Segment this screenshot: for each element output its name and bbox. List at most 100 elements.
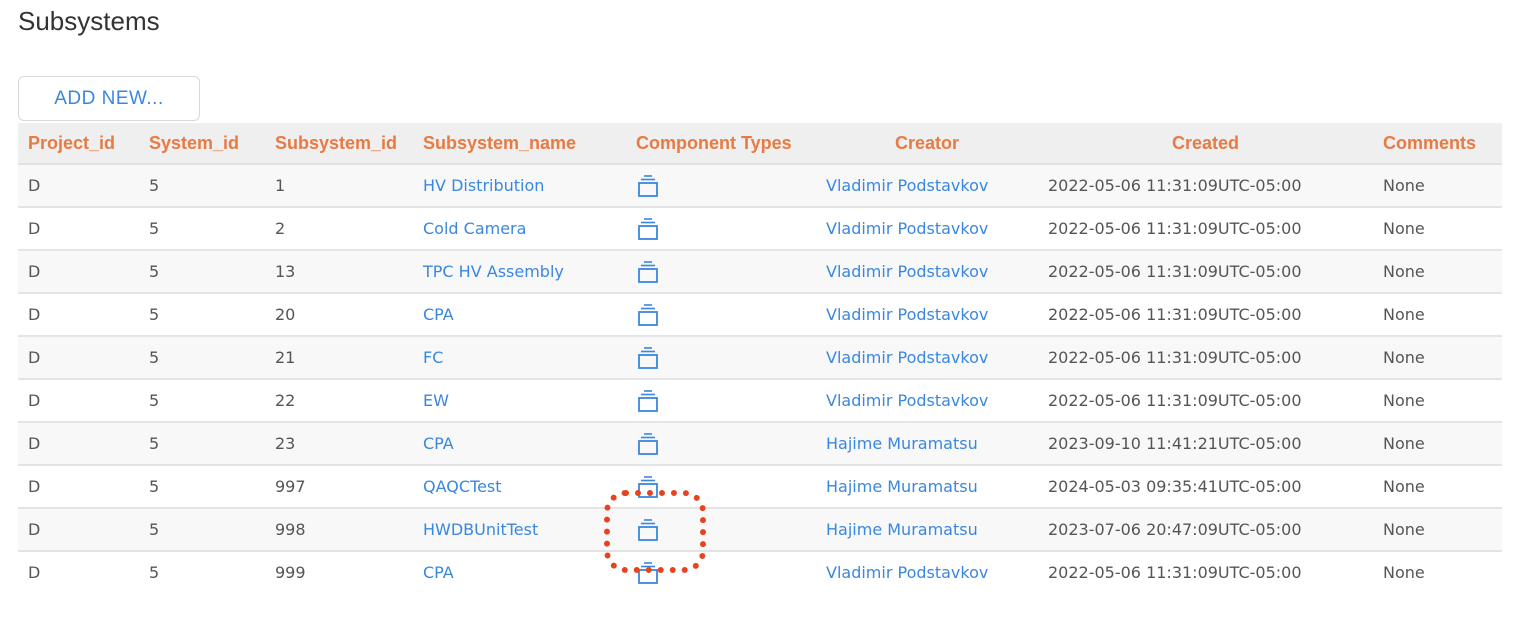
creator-link[interactable]: Hajime Muramatsu — [826, 477, 978, 496]
project-id-cell: D — [18, 422, 139, 466]
project-id-cell: D — [18, 164, 139, 208]
component-types-cell — [626, 164, 816, 208]
comments-cell: None — [1373, 164, 1502, 208]
component-types-cell — [626, 551, 816, 593]
component-types-icon[interactable] — [636, 389, 666, 413]
subsystem-name-link[interactable]: QAQCTest — [423, 477, 502, 496]
creator-cell: Hajime Muramatsu — [816, 465, 1038, 509]
subsystem-name-link[interactable]: CPA — [423, 305, 454, 324]
created-cell: 2022-05-06 11:31:09UTC-05:00 — [1038, 336, 1373, 380]
subsystem-name-cell: TPC HV Assembly — [413, 250, 626, 294]
subsystem-id-cell: 22 — [265, 379, 413, 423]
component-types-icon[interactable] — [636, 432, 666, 456]
creator-link[interactable]: Hajime Muramatsu — [826, 520, 978, 539]
subsystem-name-link[interactable]: EW — [423, 391, 449, 410]
subsystem-name-cell: HWDBUnitTest — [413, 508, 626, 552]
subsystem-name-cell: EW — [413, 379, 626, 423]
project-id-cell: D — [18, 207, 139, 251]
project-id-cell: D — [18, 551, 139, 593]
table-row: D 5 998 HWDBUnitTest Hajime Muramatsu 20… — [18, 508, 1502, 552]
created-cell: 2022-05-06 11:31:09UTC-05:00 — [1038, 207, 1373, 251]
system-id-cell: 5 — [139, 207, 265, 251]
component-types-icon[interactable] — [636, 174, 666, 198]
comments-cell: None — [1373, 250, 1502, 294]
created-cell: 2023-09-10 11:41:21UTC-05:00 — [1038, 422, 1373, 466]
creator-link[interactable]: Vladimir Podstavkov — [826, 305, 988, 324]
table-header-row: Project_id System_id Subsystem_id Subsys… — [18, 123, 1502, 165]
add-new-button[interactable]: ADD NEW... — [18, 76, 200, 121]
creator-link[interactable]: Vladimir Podstavkov — [826, 563, 988, 582]
component-types-icon[interactable] — [636, 475, 666, 499]
creator-link[interactable]: Vladimir Podstavkov — [826, 391, 988, 410]
subsystem-id-cell: 998 — [265, 508, 413, 552]
table-row: D 5 997 QAQCTest Hajime Muramatsu 2024-0… — [18, 465, 1502, 509]
component-types-cell — [626, 250, 816, 294]
column-header-subsystem-id[interactable]: Subsystem_id — [265, 123, 413, 165]
subsystem-id-cell: 997 — [265, 465, 413, 509]
component-types-icon[interactable] — [636, 346, 666, 370]
component-types-icon[interactable] — [636, 518, 666, 542]
column-header-subsystem-name[interactable]: Subsystem_name — [413, 123, 626, 165]
system-id-cell: 5 — [139, 422, 265, 466]
project-id-cell: D — [18, 250, 139, 294]
comments-cell: None — [1373, 379, 1502, 423]
project-id-cell: D — [18, 336, 139, 380]
subsystem-name-link[interactable]: FC — [423, 348, 443, 367]
system-id-cell: 5 — [139, 551, 265, 593]
creator-link[interactable]: Vladimir Podstavkov — [826, 176, 988, 195]
comments-cell: None — [1373, 422, 1502, 466]
column-header-system-id[interactable]: System_id — [139, 123, 265, 165]
subsystem-id-cell: 13 — [265, 250, 413, 294]
creator-cell: Hajime Muramatsu — [816, 422, 1038, 466]
subsystem-name-cell: CPA — [413, 422, 626, 466]
project-id-cell: D — [18, 465, 139, 509]
subsystem-name-link[interactable]: HWDBUnitTest — [423, 520, 538, 539]
subsystem-name-cell: FC — [413, 336, 626, 380]
system-id-cell: 5 — [139, 164, 265, 208]
project-id-cell: D — [18, 293, 139, 337]
subsystem-id-cell: 2 — [265, 207, 413, 251]
creator-cell: Vladimir Podstavkov — [816, 164, 1038, 208]
creator-cell: Hajime Muramatsu — [816, 508, 1038, 552]
creator-link[interactable]: Vladimir Podstavkov — [826, 262, 988, 281]
component-types-cell — [626, 379, 816, 423]
creator-link[interactable]: Vladimir Podstavkov — [826, 219, 988, 238]
component-types-icon[interactable] — [636, 217, 666, 241]
subsystem-id-cell: 1 — [265, 164, 413, 208]
system-id-cell: 5 — [139, 336, 265, 380]
creator-link[interactable]: Hajime Muramatsu — [826, 434, 978, 453]
creator-link[interactable]: Vladimir Podstavkov — [826, 348, 988, 367]
comments-cell: None — [1373, 293, 1502, 337]
subsystem-name-link[interactable]: Cold Camera — [423, 219, 526, 238]
table-row: D 5 20 CPA Vladimir Podstavkov 2022-05-0… — [18, 293, 1502, 337]
comments-cell: None — [1373, 207, 1502, 251]
component-types-cell — [626, 336, 816, 380]
table-row: D 5 13 TPC HV Assembly Vladimir Podstavk… — [18, 250, 1502, 294]
table-row: D 5 21 FC Vladimir Podstavkov 2022-05-06… — [18, 336, 1502, 380]
subsystem-id-cell: 999 — [265, 551, 413, 593]
comments-cell: None — [1373, 551, 1502, 593]
component-types-icon[interactable] — [636, 260, 666, 284]
created-cell: 2022-05-06 11:31:09UTC-05:00 — [1038, 379, 1373, 423]
project-id-cell: D — [18, 379, 139, 423]
comments-cell: None — [1373, 465, 1502, 509]
column-header-component-types[interactable]: Component Types — [626, 123, 816, 165]
subsystem-name-link[interactable]: HV Distribution — [423, 176, 544, 195]
column-header-creator[interactable]: Creator — [816, 123, 1038, 165]
component-types-icon[interactable] — [636, 561, 666, 585]
subsystem-name-link[interactable]: TPC HV Assembly — [423, 262, 564, 281]
column-header-project-id[interactable]: Project_id — [18, 123, 139, 165]
component-types-icon[interactable] — [636, 303, 666, 327]
column-header-created[interactable]: Created — [1038, 123, 1373, 165]
subsystem-name-cell: QAQCTest — [413, 465, 626, 509]
system-id-cell: 5 — [139, 465, 265, 509]
creator-cell: Vladimir Podstavkov — [816, 207, 1038, 251]
created-cell: 2022-05-06 11:31:09UTC-05:00 — [1038, 551, 1373, 593]
subsystem-name-link[interactable]: CPA — [423, 563, 454, 582]
system-id-cell: 5 — [139, 293, 265, 337]
created-cell: 2022-05-06 11:31:09UTC-05:00 — [1038, 250, 1373, 294]
column-header-comments[interactable]: Comments — [1373, 123, 1502, 165]
subsystem-id-cell: 21 — [265, 336, 413, 380]
subsystem-name-link[interactable]: CPA — [423, 434, 454, 453]
created-cell: 2024-05-03 09:35:41UTC-05:00 — [1038, 465, 1373, 509]
